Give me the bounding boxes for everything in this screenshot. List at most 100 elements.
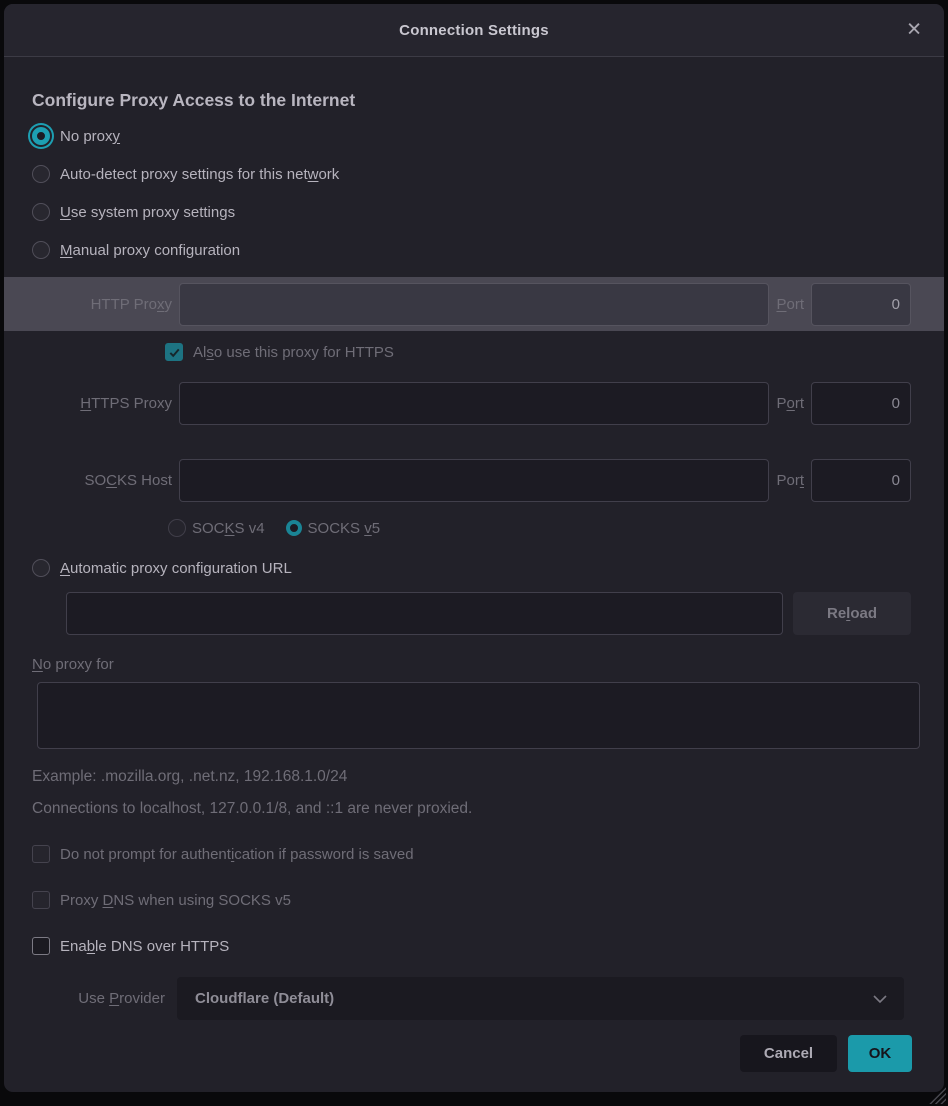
provider-selected-value: Cloudflare (Default) bbox=[195, 990, 334, 1007]
no-proxy-for-label: No proxy for bbox=[4, 656, 944, 673]
page-title: Configure Proxy Access to the Internet bbox=[32, 90, 912, 111]
socks-v4-label: SOCKS v4 bbox=[192, 520, 265, 537]
label-text: utomatic proxy configuration URL bbox=[70, 560, 292, 577]
https-proxy-input[interactable] bbox=[179, 382, 769, 425]
label-text: y bbox=[165, 296, 173, 313]
access-key: b bbox=[87, 938, 95, 955]
radio-row-auto-url[interactable]: Automatic proxy configuration URL bbox=[4, 556, 944, 580]
label-text: oad bbox=[850, 605, 877, 622]
doh-label: Enable DNS over HTTPS bbox=[60, 938, 229, 955]
radio-row-no-proxy[interactable]: No proxy bbox=[4, 117, 944, 155]
socks-host-row: SOCKS Host Port bbox=[4, 456, 944, 504]
access-key: K bbox=[225, 520, 235, 537]
radio-row-manual-proxy[interactable]: Manual proxy configuration bbox=[4, 231, 944, 269]
doh-row[interactable]: Enable DNS over HTTPS bbox=[4, 935, 944, 957]
ok-button[interactable]: OK bbox=[848, 1035, 912, 1072]
dialog-titlebar: Connection Settings ✕ bbox=[4, 4, 944, 57]
access-key: s bbox=[206, 344, 214, 361]
no-proxy-radio[interactable] bbox=[32, 127, 50, 145]
no-auth-prompt-label: Do not prompt for authentication if pass… bbox=[60, 846, 414, 863]
https-port-input[interactable] bbox=[811, 382, 911, 425]
label-text: KS Host bbox=[117, 472, 172, 489]
label-text: rovider bbox=[119, 990, 165, 1007]
socks-v5-label: SOCKS v5 bbox=[308, 520, 381, 537]
access-key: A bbox=[60, 560, 70, 577]
proxy-dns-row[interactable]: Proxy DNS when using SOCKS v5 bbox=[4, 889, 944, 911]
label-text: SOC bbox=[192, 520, 225, 537]
http-proxy-input[interactable] bbox=[179, 283, 769, 326]
label-text: Al bbox=[193, 344, 206, 361]
access-key: N bbox=[32, 656, 43, 673]
http-proxy-label: HTTP Proxy bbox=[32, 296, 172, 313]
label-text: Use bbox=[78, 990, 109, 1007]
socks-host-input[interactable] bbox=[179, 459, 769, 502]
auto-detect-radio[interactable] bbox=[32, 165, 50, 183]
no-auth-prompt-row[interactable]: Do not prompt for authentication if pass… bbox=[4, 843, 944, 865]
system-proxy-radio[interactable] bbox=[32, 203, 50, 221]
label-text: Do not prompt for authent bbox=[60, 846, 231, 863]
access-key: P bbox=[776, 296, 786, 313]
access-key: C bbox=[106, 472, 117, 489]
access-key: P bbox=[109, 990, 119, 1007]
localhost-note: Connections to localhost, 127.0.0.1/8, a… bbox=[4, 800, 944, 818]
no-proxy-for-textarea[interactable] bbox=[37, 682, 920, 749]
access-key: t bbox=[800, 472, 804, 489]
doh-checkbox[interactable] bbox=[32, 937, 50, 955]
manual-proxy-radio[interactable] bbox=[32, 241, 50, 259]
label-text: se system proxy settings bbox=[71, 204, 235, 221]
access-key: H bbox=[80, 395, 91, 412]
also-https-row[interactable]: Also use this proxy for HTTPS bbox=[4, 339, 944, 365]
https-proxy-row: HTTPS Proxy Port bbox=[4, 379, 944, 427]
also-https-checkbox[interactable] bbox=[165, 343, 183, 361]
label-text: SOCKS bbox=[308, 520, 365, 537]
dialog-button-row: Cancel OK bbox=[4, 1035, 944, 1072]
radio-row-auto-detect[interactable]: Auto-detect proxy settings for this netw… bbox=[4, 155, 944, 193]
label-text: ork bbox=[318, 166, 339, 183]
socks-version-row: SOCKS v4 SOCKS v5 bbox=[4, 516, 944, 540]
access-key: x bbox=[157, 296, 165, 313]
label-text: rt bbox=[795, 395, 804, 412]
socks-v4-radio[interactable] bbox=[168, 519, 186, 537]
access-key: v bbox=[364, 520, 372, 537]
http-proxy-row: HTTP Proxy Port bbox=[4, 277, 944, 331]
radio-row-system-proxy[interactable]: Use system proxy settings bbox=[4, 193, 944, 231]
socks-port-input[interactable] bbox=[811, 459, 911, 502]
manual-proxy-label: Manual proxy configuration bbox=[60, 242, 240, 259]
auto-url-radio[interactable] bbox=[32, 559, 50, 577]
access-key: w bbox=[308, 166, 319, 183]
cancel-button[interactable]: Cancel bbox=[740, 1035, 837, 1072]
dialog-title: Connection Settings bbox=[399, 22, 549, 39]
socks-v5-radio[interactable] bbox=[286, 520, 302, 536]
reload-button[interactable]: Reload bbox=[793, 592, 911, 635]
proxy-dns-checkbox[interactable] bbox=[32, 891, 50, 909]
label-text: P bbox=[776, 395, 786, 412]
auto-url-input[interactable] bbox=[66, 592, 783, 635]
auto-url-label: Automatic proxy configuration URL bbox=[60, 560, 292, 577]
access-key: U bbox=[60, 204, 71, 221]
label-text: No prox bbox=[60, 128, 113, 145]
use-provider-label: Use Provider bbox=[59, 990, 165, 1007]
label-text: Por bbox=[776, 472, 799, 489]
no-auth-prompt-checkbox[interactable] bbox=[32, 845, 50, 863]
provider-select[interactable]: Cloudflare (Default) bbox=[177, 977, 904, 1020]
label-text: ort bbox=[786, 296, 804, 313]
http-port-label: Port bbox=[776, 296, 804, 313]
socks-port-label: Port bbox=[776, 472, 804, 489]
http-port-input[interactable] bbox=[811, 283, 911, 326]
label-text: TTPS Proxy bbox=[91, 395, 172, 412]
close-icon: ✕ bbox=[906, 20, 922, 41]
label-text: Ena bbox=[60, 938, 87, 955]
socks-host-label: SOCKS Host bbox=[32, 472, 172, 489]
label-text: Re bbox=[827, 605, 846, 622]
access-key: M bbox=[60, 242, 73, 259]
close-button[interactable]: ✕ bbox=[900, 17, 928, 44]
label-text: SO bbox=[84, 472, 106, 489]
provider-row: Use Provider Cloudflare (Default) bbox=[4, 977, 944, 1020]
access-key: o bbox=[786, 395, 794, 412]
auto-url-input-row: Reload bbox=[4, 592, 944, 635]
connection-settings-dialog: Connection Settings ✕ Configure Proxy Ac… bbox=[4, 4, 944, 1092]
chevron-down-icon bbox=[872, 994, 888, 1004]
example-note: Example: .mozilla.org, .net.nz, 192.168.… bbox=[4, 768, 944, 786]
https-port-label: Port bbox=[776, 395, 804, 412]
auto-detect-label: Auto-detect proxy settings for this netw… bbox=[60, 166, 339, 183]
